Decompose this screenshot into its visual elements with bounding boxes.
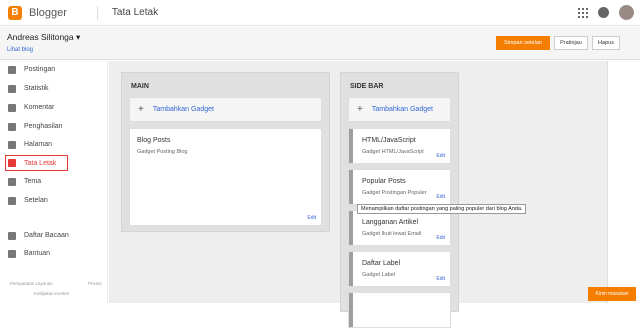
plus-icon: + [138,104,144,115]
delete-button[interactable]: Hapus [592,36,620,50]
sidebar-item-theme[interactable]: Tema [8,175,41,188]
add-gadget-label: Tambahkan Gadget [371,106,433,113]
sidebar-item-label: Statistik [24,85,49,92]
gadget-title: Blog Posts [137,137,171,144]
sidebar-column-title: SIDE BAR [350,83,384,90]
gadget-title: Daftar Label [362,260,401,267]
bookmark-icon [8,231,16,240]
right-panel [607,61,640,303]
sidebar-item-settings[interactable]: Setelan [8,194,48,207]
sidebar-item-pages[interactable]: Halaman [8,138,52,151]
gadget-edit-link[interactable]: Edit [436,235,445,241]
page-icon [8,140,16,149]
drag-handle[interactable] [349,252,353,286]
sidebar-item-label: Tata Letak [24,159,57,167]
gadget-title: HTML/JavaScript [362,137,416,144]
main-column-title: MAIN [131,83,149,90]
layout-canvas: MAIN + Tambahkan Gadget Blog Posts Gadget… [109,61,640,328]
main-column: MAIN + Tambahkan Gadget Blog Posts Gadget… [121,72,330,232]
gear-icon [8,196,16,205]
sidebar-item-reading-list[interactable]: Daftar Bacaan [8,229,69,242]
sidebar-column: SIDE BAR + Tambahkan Gadget HTML/JavaScri… [340,72,459,328]
divider [96,5,98,20]
gadget-subtitle: Gadget HTML/JavaScript [362,149,424,155]
plus-icon: + [357,104,363,115]
view-blog-link[interactable]: Lihat blog [7,47,33,53]
blogger-logo-icon[interactable]: B [8,5,22,20]
notifications-icon[interactable] [598,7,609,18]
gadget-edit-link[interactable]: Edit [307,215,316,221]
page-title: Tata Letak [111,7,159,18]
sidebar-item-label: Setelan [24,197,48,204]
sidebar-item-label: Halaman [24,141,53,148]
theme-icon [8,177,16,186]
tooltip: Menampilkan daftar postingan yang paling… [357,204,527,214]
gadget-popular-posts[interactable]: Popular Posts Gadget Postingan Populer E… [348,169,451,205]
avatar[interactable] [619,5,634,20]
gadget-edit-link[interactable]: Edit [436,276,445,282]
drag-handle[interactable] [349,211,353,245]
gadget-html-javascript[interactable]: HTML/JavaScript Gadget HTML/JavaScript E… [348,128,451,164]
gadget-subtitle: Gadget Label [362,272,396,278]
sidebar-item-help[interactable]: Bantuan [8,247,50,260]
blog-name-dropdown[interactable]: Andreas Silitonga ▾ [7,32,80,43]
preview-button[interactable]: Pratinjau [554,36,588,50]
top-icons [578,5,634,20]
add-gadget-label: Tambahkan Gadget [152,106,214,113]
gadget-labels[interactable]: Daftar Label Gadget Label Edit [348,251,451,287]
posts-icon [8,65,16,74]
apps-grid-icon[interactable] [578,7,588,18]
sidebar-item-earnings[interactable]: Penghasilan [8,120,63,133]
terms-link[interactable]: Persyaratan Layanan [10,281,53,286]
sidebar-item-layout[interactable]: Tata Letak [5,155,68,171]
sidebar-item-label: Tema [24,178,42,185]
gadget-edit-link[interactable]: Edit [436,153,445,159]
blog-bar: Andreas Silitonga ▾ Lihat blog Simpan se… [0,27,640,60]
sidebar: Postingan Statistik Komentar Penghasilan… [0,61,108,303]
sidebar-item-stats[interactable]: Statistik [8,82,49,95]
sidebar-item-comments[interactable]: Komentar [8,101,54,114]
gadget-title: Popular Posts [362,178,406,185]
chevron-down-icon: ▾ [76,32,81,42]
stats-icon [8,84,16,93]
sidebar-item-label: Penghasilan [24,123,63,130]
sidebar-item-label: Postingan [24,66,56,73]
drag-handle[interactable] [349,293,353,327]
gadget-partial[interactable] [348,292,451,328]
sidebar-item-label: Komentar [24,104,55,111]
gadget-subtitle: Gadget Posting Blog [137,149,188,155]
gadget-subscribe[interactable]: Langganan Artikel Gadget Ikuti lewat Ema… [348,210,451,246]
add-gadget-button-side[interactable]: + Tambahkan Gadget [348,97,451,122]
gadget-title: Langganan Artikel [362,219,419,226]
layout-icon [8,159,16,167]
gadget-subtitle: Gadget Ikuti lewat Email [362,231,422,237]
add-gadget-button-main[interactable]: + Tambahkan Gadget [129,97,322,122]
content-policy-link[interactable]: Kebijakan Konten [34,291,69,296]
sidebar-item-label: Bantuan [24,250,51,257]
gadget-subtitle: Gadget Postingan Populer [362,190,427,196]
drag-handle[interactable] [349,170,353,204]
gadget-edit-link[interactable]: Edit [436,194,445,200]
privacy-link[interactable]: Privasi [88,281,102,286]
sidebar-item-label: Daftar Bacaan [24,232,69,239]
sidebar-item-posts[interactable]: Postingan [8,63,55,76]
save-button[interactable]: Simpan setelan [496,36,550,50]
blog-name: Andreas Silitonga [7,32,74,42]
brand-name: Blogger [29,6,67,19]
gadget-blog-posts[interactable]: Blog Posts Gadget Posting Blog Edit [129,128,322,226]
feedback-button[interactable]: Kirim masukan [588,287,636,301]
comment-icon [8,103,16,112]
drag-handle[interactable] [349,129,353,163]
top-bar: B Blogger Tata Letak [0,0,640,26]
dollar-icon [8,122,16,131]
help-icon [8,249,16,258]
